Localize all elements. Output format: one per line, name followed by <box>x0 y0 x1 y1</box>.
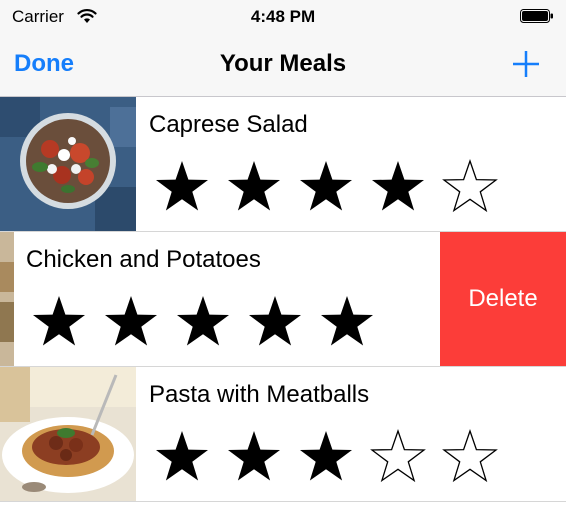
rating-control[interactable] <box>30 294 376 349</box>
star-filled-icon[interactable] <box>153 159 211 214</box>
status-bar: Carrier 4:48 PM <box>0 0 566 36</box>
star-empty-icon[interactable] <box>441 159 499 214</box>
meal-name: Caprese Salad <box>149 111 308 138</box>
empty-table-area <box>0 502 566 527</box>
meal-row-pasta-with-meatballs[interactable]: Pasta with Meatballs <box>0 367 566 502</box>
star-empty-icon[interactable] <box>441 429 499 484</box>
star-filled-icon[interactable] <box>318 294 376 349</box>
pasta-with-meatballs-photo <box>0 367 136 501</box>
star-filled-icon[interactable] <box>30 294 88 349</box>
meal-name: Pasta with Meatballs <box>149 381 370 408</box>
plus-icon[interactable] <box>512 50 540 78</box>
star-filled-icon[interactable] <box>369 159 427 214</box>
star-filled-icon[interactable] <box>297 429 355 484</box>
navigation-bar: Done Your Meals <box>0 36 566 97</box>
meal-table: Caprese Salad Chicken and Potatoes Delet… <box>0 97 566 527</box>
star-filled-icon[interactable] <box>297 159 355 214</box>
meal-row-caprese-salad[interactable]: Caprese Salad <box>0 97 566 232</box>
battery-icon <box>520 9 553 23</box>
star-filled-icon[interactable] <box>246 294 304 349</box>
meal-name: Chicken and Potatoes <box>26 246 261 273</box>
page-title: Your Meals <box>219 50 347 77</box>
star-filled-icon[interactable] <box>225 159 283 214</box>
delete-button[interactable]: Delete <box>440 232 566 366</box>
chicken-and-potatoes-photo <box>0 232 14 366</box>
star-empty-icon[interactable] <box>369 429 427 484</box>
clock: 4:48 PM <box>250 7 316 26</box>
meal-row-chicken-and-potatoes[interactable]: Chicken and Potatoes Delete <box>0 232 566 367</box>
rating-control[interactable] <box>153 429 499 484</box>
star-filled-icon[interactable] <box>153 429 211 484</box>
star-filled-icon[interactable] <box>225 429 283 484</box>
rating-control[interactable] <box>153 159 499 214</box>
caprese-salad-photo <box>0 97 136 231</box>
star-filled-icon[interactable] <box>102 294 160 349</box>
star-filled-icon[interactable] <box>174 294 232 349</box>
